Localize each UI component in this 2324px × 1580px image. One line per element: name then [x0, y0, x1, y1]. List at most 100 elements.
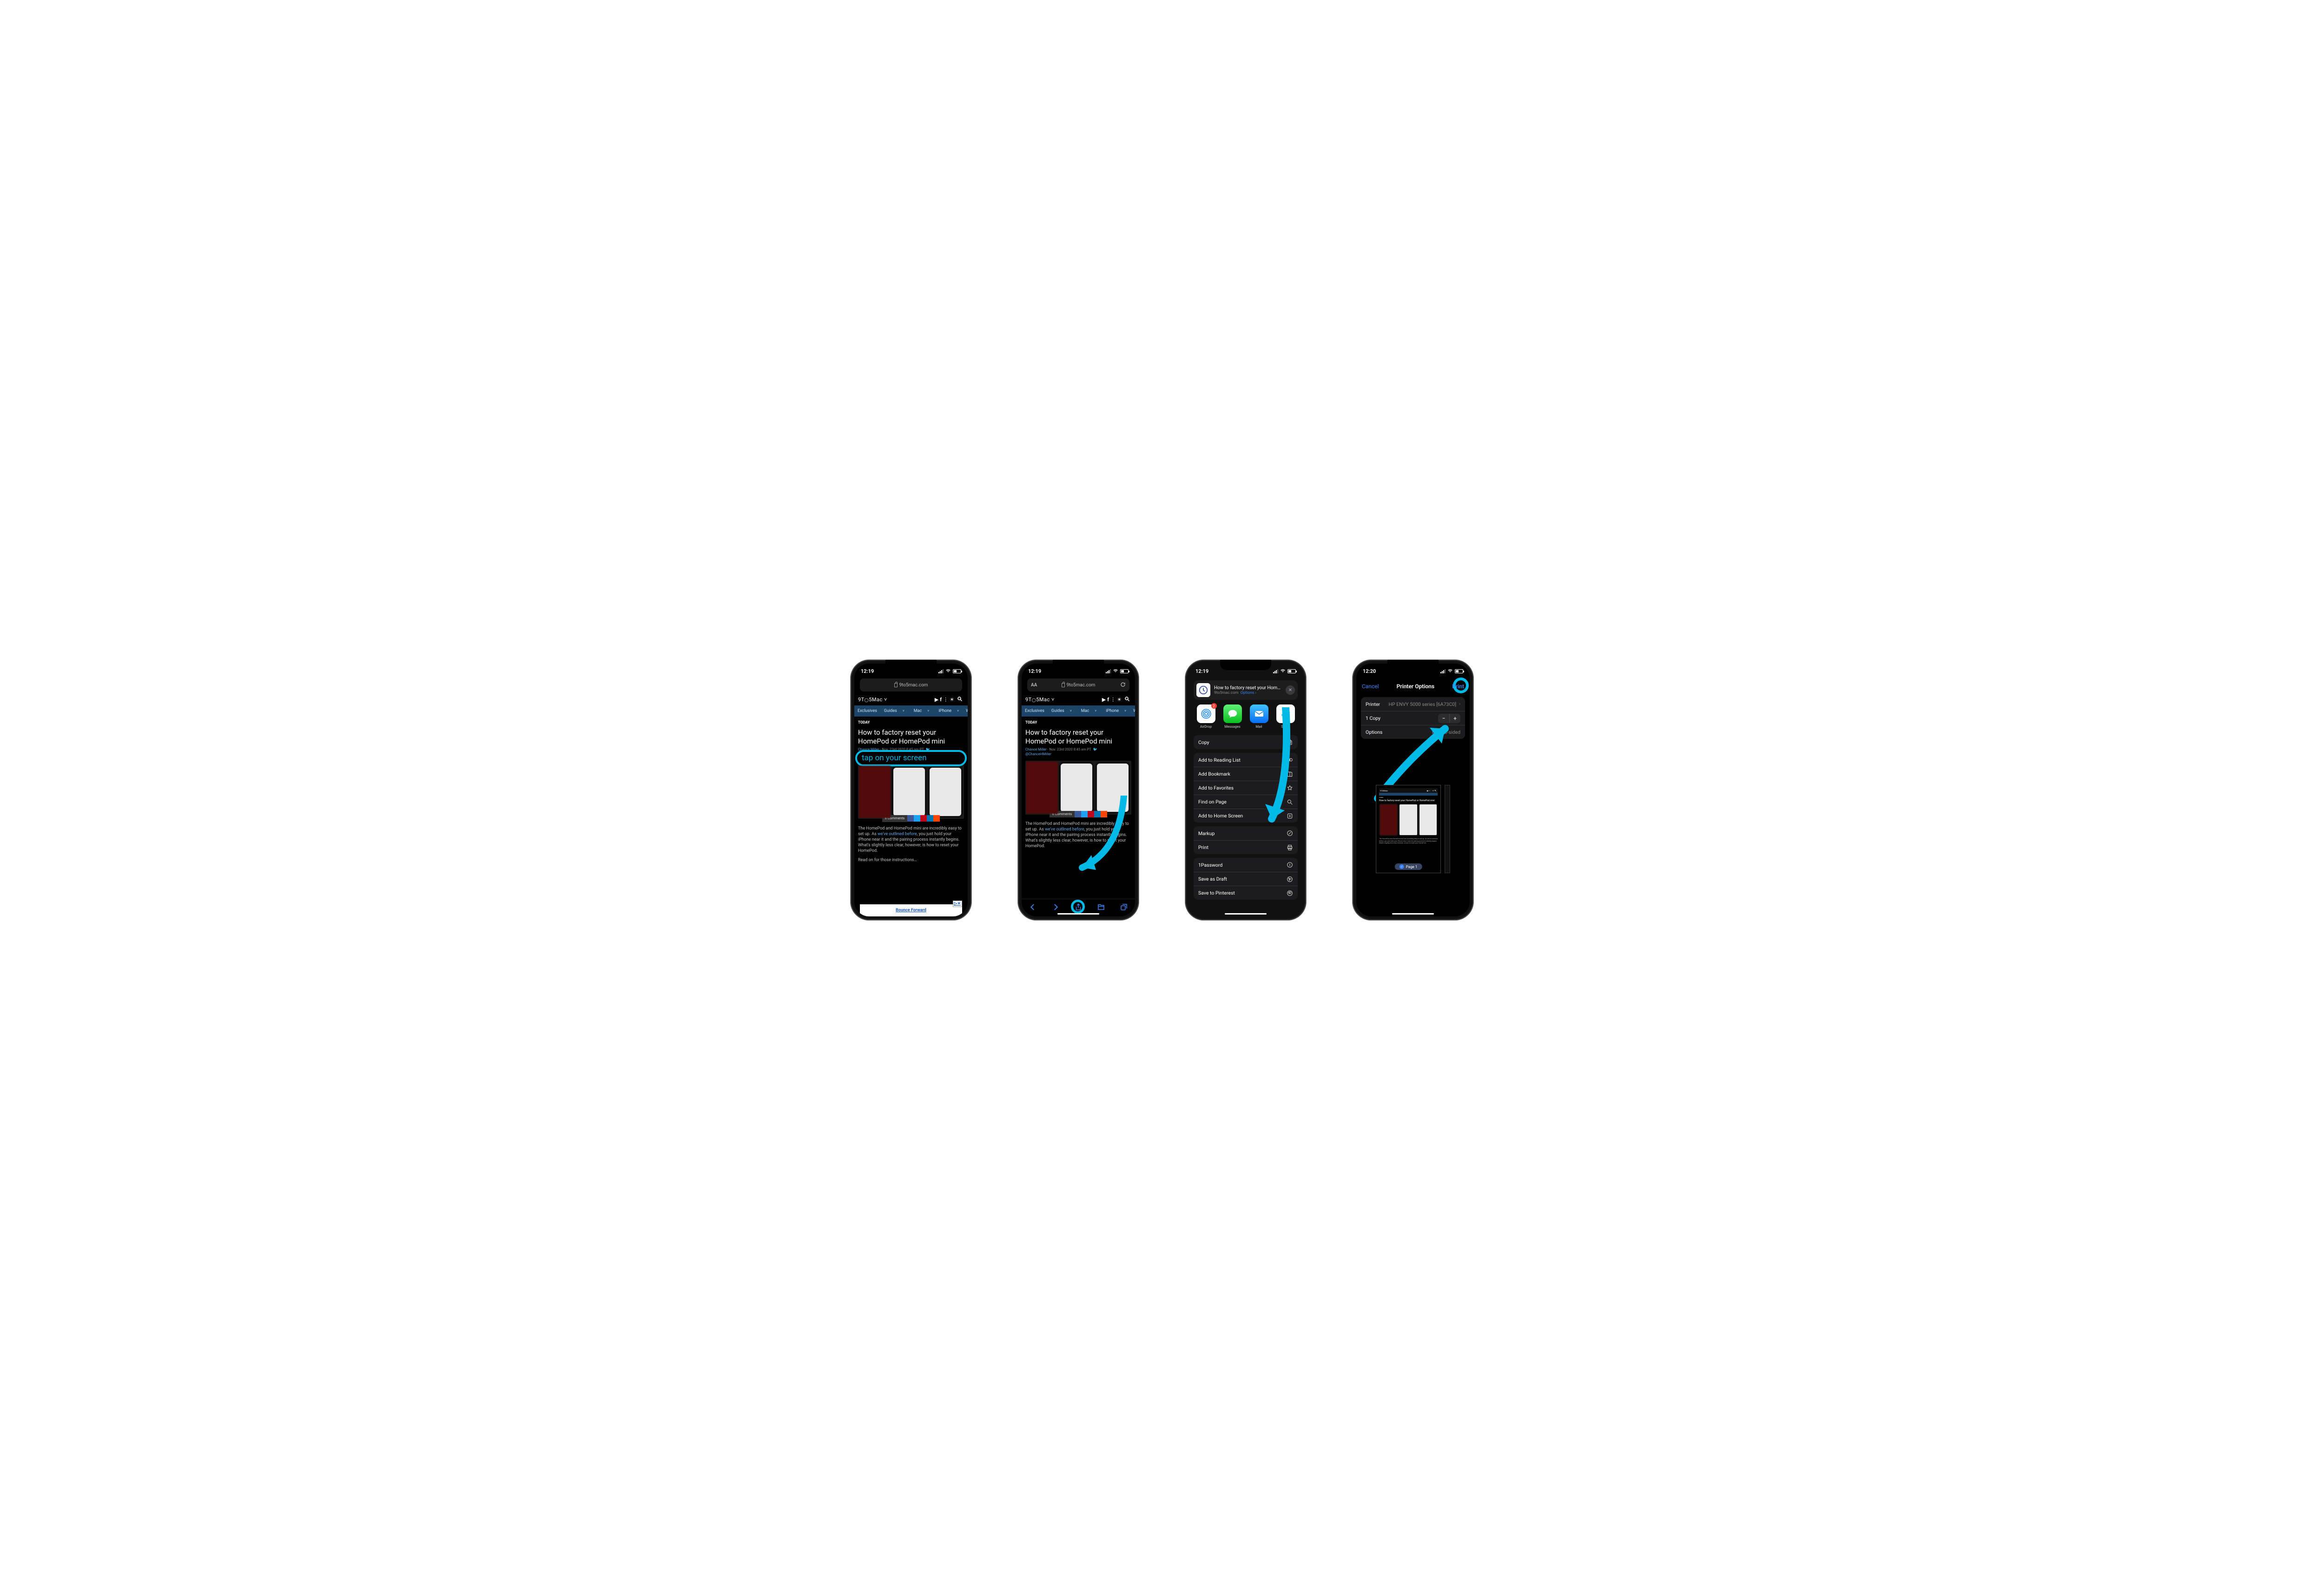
twitter-icon[interactable]: 🐦 [1093, 747, 1097, 751]
stepper-minus[interactable]: − [1438, 714, 1449, 723]
share-fb-icon[interactable] [907, 815, 914, 822]
action-draft[interactable]: Save as Draft [1194, 872, 1298, 886]
nav-exclusives[interactable]: Exclusives [1023, 709, 1047, 713]
mail-button[interactable]: Mail [1249, 704, 1269, 729]
share-rd-icon[interactable] [1101, 811, 1107, 817]
url-bar[interactable]: AA 9to5mac.com [1027, 678, 1129, 691]
inline-link[interactable]: we've outlined before [1045, 827, 1084, 832]
site-logo[interactable]: 9T◯5Mac ˅ [1025, 697, 1055, 703]
share-button[interactable] [1074, 903, 1083, 913]
article-content[interactable]: TODAY How to factory reset your HomePod … [1022, 717, 1135, 899]
print-preview[interactable]: 9T05Mac▶ f ⋮ ☀ 🔍 TODAY How to factory re… [1356, 742, 1470, 916]
close-button[interactable]: ✕ [1286, 685, 1295, 695]
back-button[interactable] [1029, 903, 1037, 913]
facebook-icon[interactable]: f [1107, 697, 1109, 703]
copies-stepper[interactable]: − + [1438, 714, 1460, 723]
action-favorites[interactable]: Add to Favorites [1194, 781, 1298, 795]
article-title[interactable]: How to factory reset your HomePod or Hom… [858, 728, 964, 746]
share-li-icon[interactable] [1094, 811, 1101, 817]
action-copy[interactable]: Copy [1194, 735, 1298, 749]
nav-more[interactable]: Wa [1131, 709, 1135, 713]
page-label[interactable]: Page 1 [1395, 863, 1422, 870]
share-pi-icon[interactable] [1088, 811, 1094, 817]
status-time: 12:19 [861, 668, 874, 674]
annotation-tap: tap on your screen [855, 750, 967, 766]
home-indicator[interactable] [1225, 913, 1267, 915]
copies-label: 1 Copy [1366, 715, 1380, 721]
facebook-icon[interactable]: f [940, 697, 942, 703]
reload-icon[interactable] [1120, 682, 1126, 689]
nav-more[interactable]: Wa [964, 709, 968, 713]
nav-mac[interactable]: Mac˅ [909, 709, 934, 713]
share-options-link[interactable]: Options › [1241, 691, 1256, 695]
site-logo[interactable]: 9T◯5Mac ˅ [858, 697, 887, 703]
status-time: 12:19 [1195, 668, 1208, 674]
toggle-icon[interactable]: ☀ [950, 697, 954, 703]
home-indicator[interactable] [1392, 913, 1434, 915]
tabs-button[interactable] [1120, 903, 1128, 913]
slack-button[interactable]: Slack [1275, 704, 1296, 729]
author-link[interactable]: Chance Miller [1025, 747, 1047, 751]
option-options[interactable]: Options Double-sided [1361, 725, 1465, 739]
share-subtitle: 9to5mac.com Options › [1214, 691, 1282, 695]
more-icon[interactable]: ⋮ [943, 697, 948, 703]
cancel-button[interactable]: Cancel [1362, 683, 1379, 690]
messages-button[interactable]: Messages [1222, 704, 1243, 729]
share-tw-icon[interactable] [1081, 811, 1088, 817]
print-button[interactable]: Print [1452, 683, 1464, 690]
action-reading-list[interactable]: Add to Reading List [1194, 753, 1298, 767]
paragraph-2: Read on for those instructions… [858, 857, 964, 863]
nav-iphone[interactable]: iPhone˅ [1101, 709, 1131, 713]
article-title[interactable]: How to factory reset your HomePod or Hom… [1025, 728, 1131, 746]
share-tw-icon[interactable] [914, 815, 920, 822]
wifi-icon [945, 669, 951, 673]
section-today: TODAY [1025, 720, 1131, 725]
preview-page-2[interactable] [1445, 785, 1450, 873]
ad-tag[interactable]: ▷✕ [953, 901, 962, 907]
nav-mac[interactable]: Mac˅ [1076, 709, 1102, 713]
action-markup[interactable]: Markup [1194, 826, 1298, 840]
author-handle[interactable]: @ChanceHMiller [1025, 752, 1131, 757]
printer-options-group: Printer HP ENVY 5000 series [6A73C0] › 1… [1361, 697, 1465, 739]
share-li-icon[interactable] [927, 815, 933, 822]
reader-button[interactable]: AA [1031, 683, 1037, 688]
nav-guides[interactable]: Guides˅ [1047, 709, 1076, 713]
more-icon[interactable]: ⋮ [1110, 697, 1116, 703]
action-1password[interactable]: 1Password [1194, 858, 1298, 872]
stepper-plus[interactable]: + [1449, 714, 1460, 723]
action-find[interactable]: Find on Page [1194, 795, 1298, 809]
nav-iphone[interactable]: iPhone˅ [934, 709, 964, 713]
paragraph-1: The HomePod and HomePod mini are incredi… [858, 826, 964, 854]
youtube-icon[interactable]: ▶ [935, 697, 938, 703]
toggle-icon[interactable]: ☀ [1117, 697, 1122, 703]
forward-button[interactable] [1051, 903, 1060, 913]
inline-link[interactable]: we've outlined before [878, 832, 917, 836]
share-fb-icon[interactable] [1075, 811, 1081, 817]
article-content[interactable]: TODAY How to factory reset your HomePod … [854, 717, 968, 916]
search-icon[interactable] [1123, 696, 1131, 703]
search-icon[interactable] [956, 696, 964, 703]
nav-exclusives[interactable]: Exclusives [855, 709, 879, 713]
url-bar[interactable]: 9to5mac.com [860, 678, 962, 691]
share-app-row[interactable]: 2 AirDrop Messages Mail Slack [1189, 704, 1302, 732]
action-home-screen[interactable]: Add to Home Screen [1194, 809, 1298, 823]
phone-2: 12:19 AA 9to5mac.com 9T◯5Mac ˅ ▶ f ⋮ [1018, 660, 1139, 920]
youtube-icon[interactable]: ▶ [1102, 697, 1106, 703]
action-bookmark[interactable]: Add Bookmark [1194, 767, 1298, 781]
option-printer[interactable]: Printer HP ENVY 5000 series [6A73C0] › [1361, 697, 1465, 711]
action-print[interactable]: Print [1194, 840, 1298, 854]
battery-icon [1455, 669, 1463, 673]
bookmarks-button[interactable] [1097, 903, 1105, 913]
preview-page-1[interactable]: 9T05Mac▶ f ⋮ ☀ 🔍 TODAY How to factory re… [1376, 785, 1441, 873]
share-actions: Copy Add to Reading List Add Bookmark Ad… [1194, 735, 1298, 903]
share-pi-icon[interactable] [920, 815, 927, 822]
home-indicator[interactable] [1057, 913, 1099, 915]
option-copies: 1 Copy − + [1361, 711, 1465, 725]
nav-guides[interactable]: Guides˅ [879, 709, 909, 713]
action-pinterest[interactable]: Save to Pinterest [1194, 886, 1298, 900]
lock-icon [1062, 683, 1065, 687]
airdrop-button[interactable]: 2 AirDrop [1196, 704, 1216, 729]
share-rd-icon[interactable] [933, 815, 940, 822]
ad-banner[interactable]: ▷✕ Bounce Forward [860, 904, 962, 916]
share-title: How to factory reset your HomePod… [1214, 685, 1282, 691]
